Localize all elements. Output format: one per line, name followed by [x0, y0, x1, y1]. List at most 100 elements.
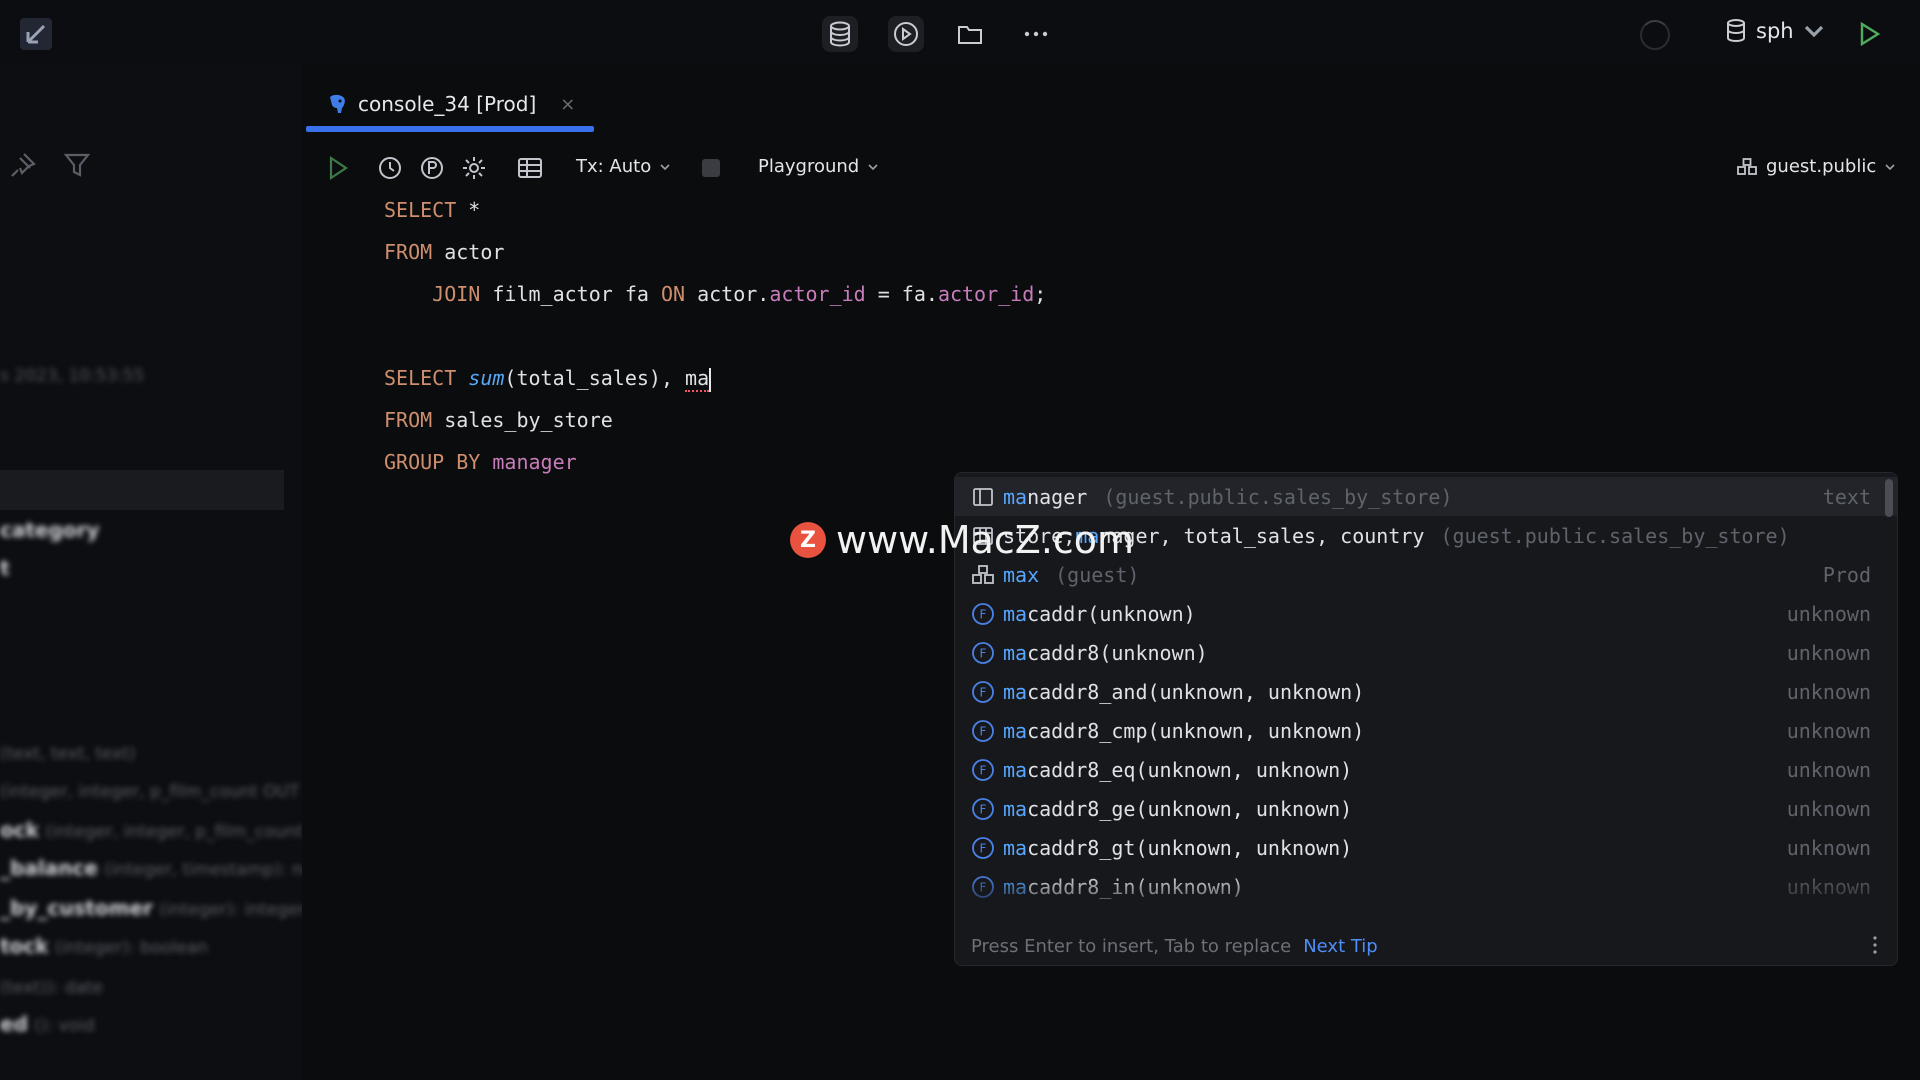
- completion-type: Prod: [1822, 562, 1871, 587]
- kebab-menu-icon[interactable]: [1873, 935, 1877, 955]
- completion-name: caddr8_cmp(unknown, unknown): [1027, 718, 1365, 743]
- completion-item[interactable]: Fma caddr8_ge(unknown, unknown) unknown: [955, 789, 1897, 828]
- watermark-logo: Z: [790, 522, 826, 558]
- table-view-icon[interactable]: [516, 154, 544, 182]
- function-icon: F: [971, 758, 995, 782]
- schema-icon: [1737, 157, 1757, 175]
- database-icon[interactable]: [822, 16, 858, 52]
- schema-label: guest.public: [1766, 156, 1877, 177]
- sidebar-item[interactable]: (text, text, text): [0, 740, 136, 764]
- list-fade: [955, 873, 1897, 917]
- completion-type: unknown: [1786, 757, 1871, 782]
- completion-hint: Press Enter to insert, Tab to replace: [971, 935, 1292, 957]
- completion-item[interactable]: Fma caddr(unknown) unknown: [955, 594, 1897, 633]
- code-line-5[interactable]: FROM sales_by_store: [384, 408, 613, 432]
- services-icon[interactable]: [888, 16, 924, 52]
- svg-text:F: F: [980, 646, 987, 660]
- app-logo-icon[interactable]: [16, 14, 56, 54]
- chevron-down-icon: [868, 163, 878, 170]
- completion-name: nager: [1027, 484, 1088, 509]
- completion-name: caddr8_and(unknown, unknown): [1027, 679, 1365, 704]
- completion-name: caddr8(unknown): [1027, 640, 1208, 665]
- explain-plan-icon[interactable]: [418, 154, 446, 182]
- sidebar-item[interactable]: ed (): void: [0, 1012, 95, 1036]
- completion-item[interactable]: Fma caddr8_eq(unknown, unknown) unknown: [955, 750, 1897, 789]
- stop-icon[interactable]: [702, 159, 720, 177]
- completion-match: ma: [1003, 640, 1028, 665]
- code-line-6[interactable]: GROUP BY manager: [384, 450, 577, 474]
- completion-type: unknown: [1786, 640, 1871, 665]
- sidebar-selected-row[interactable]: [0, 470, 284, 510]
- completion-match: ma: [1003, 835, 1028, 860]
- completion-name: caddr8_eq(unknown, unknown): [1027, 757, 1353, 782]
- code-line-3[interactable]: JOIN film_actor fa ON actor.actor_id = f…: [384, 282, 1046, 306]
- completion-footer: Press Enter to insert, Tab to replace Ne…: [955, 925, 1897, 965]
- svg-text:F: F: [980, 724, 987, 738]
- function-icon: F: [971, 836, 995, 860]
- tab-label: console_34 [Prod]: [358, 92, 537, 116]
- data-source-selector[interactable]: sph: [1724, 18, 1826, 44]
- run-icon[interactable]: [1856, 21, 1882, 47]
- function-icon: F: [971, 797, 995, 821]
- sidebar-item[interactable]: tock (integer): boolean: [0, 934, 208, 958]
- completion-type: unknown: [1786, 796, 1871, 821]
- code-line-1[interactable]: SELECT *: [384, 198, 480, 222]
- svg-text:F: F: [980, 607, 987, 621]
- chevron-down-icon: [660, 163, 670, 170]
- editor-toolbar: Tx: Auto Playground guest.public: [302, 146, 1920, 190]
- completion-match: ma: [1003, 484, 1028, 509]
- completion-name: caddr(unknown): [1027, 601, 1196, 626]
- transaction-mode-select[interactable]: Tx: Auto: [576, 156, 671, 177]
- execute-icon[interactable]: [324, 154, 352, 182]
- completion-type: unknown: [1786, 601, 1871, 626]
- completion-match: ma: [1003, 718, 1028, 743]
- settings-gear-icon[interactable]: [460, 154, 488, 182]
- completion-type: unknown: [1786, 718, 1871, 743]
- completion-item[interactable]: Fma caddr8(unknown) unknown: [955, 633, 1897, 672]
- database-explorer-sidebar: s 2023, 10:53:55 category t (text, text,…: [0, 66, 330, 1080]
- sidebar-timestamp: s 2023, 10:53:55: [0, 366, 145, 386]
- tab-console[interactable]: console_34 [Prod] ×: [302, 80, 592, 128]
- next-tip-link[interactable]: Next Tip: [1303, 936, 1378, 957]
- filter-icon[interactable]: [62, 150, 92, 180]
- code-line-4[interactable]: SELECT sum(total_sales), ma: [384, 366, 712, 392]
- svg-text:F: F: [980, 802, 987, 816]
- history-icon[interactable]: [376, 154, 404, 182]
- completion-type: text: [1822, 484, 1871, 509]
- postgres-icon: [330, 94, 345, 113]
- sidebar-item[interactable]: t: [0, 556, 10, 580]
- top-bar: sph: [0, 0, 1920, 66]
- watermark-text: www.MacZ.com: [836, 518, 1135, 562]
- code-line-2[interactable]: FROM actor: [384, 240, 504, 264]
- chevron-down-icon: [1885, 163, 1895, 170]
- completion-context: (guest.public.sales_by_store): [1103, 484, 1453, 509]
- column-icon: [971, 485, 995, 509]
- schema-select[interactable]: guest.public: [1736, 156, 1896, 177]
- completion-match: ma: [1003, 796, 1028, 821]
- completion-match: ma: [1003, 757, 1028, 782]
- completion-item[interactable]: Fma caddr8_and(unknown, unknown) unknown: [955, 672, 1897, 711]
- sidebar-item[interactable]: (text)): date: [0, 974, 103, 998]
- sidebar-item[interactable]: _by_customer (integer): integer: [0, 896, 305, 920]
- completion-scrollbar[interactable]: [1885, 479, 1893, 517]
- completion-context: (guest.public.sales_by_store): [1440, 523, 1790, 548]
- completion-item[interactable]: Fma caddr8_gt(unknown, unknown) unknown: [955, 828, 1897, 867]
- completion-match: max: [1003, 562, 1040, 587]
- completion-type: unknown: [1786, 679, 1871, 704]
- schema-icon: [971, 563, 995, 587]
- pin-icon[interactable]: [8, 150, 38, 180]
- sidebar-item[interactable]: (integer, integer, p_film_count OUT in: [0, 778, 320, 802]
- folder-icon[interactable]: [952, 16, 988, 52]
- sidebar-item[interactable]: ock (integer, integer, p_film_count O: [0, 818, 322, 842]
- sidebar-item[interactable]: category: [0, 518, 99, 542]
- watermark: Z www.MacZ.com: [790, 518, 1134, 562]
- playground-label: Playground: [758, 156, 860, 177]
- playground-select[interactable]: Playground: [758, 156, 879, 177]
- sidebar-item[interactable]: _balance (integer, timestamp): num: [0, 856, 330, 880]
- chevron-down-icon: [1804, 25, 1823, 38]
- tab-close-icon[interactable]: ×: [560, 94, 575, 115]
- more-icon[interactable]: [1018, 16, 1054, 52]
- completion-item[interactable]: Fma caddr8_cmp(unknown, unknown) unknown: [955, 711, 1897, 750]
- function-icon: F: [971, 719, 995, 743]
- completion-item[interactable]: ma nager (guest.public.sales_by_store) text: [955, 477, 1897, 516]
